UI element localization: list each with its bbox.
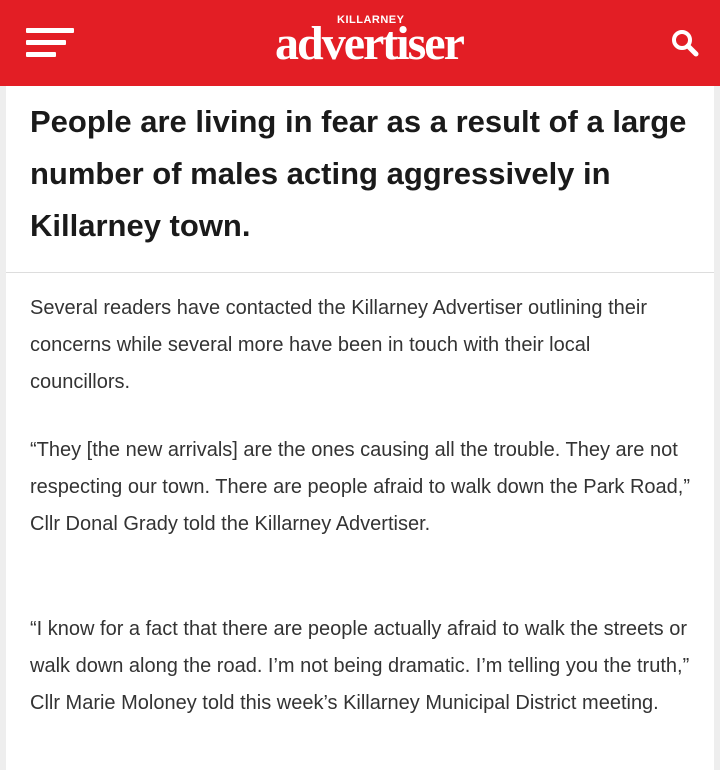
site-logo[interactable]: advertiser KILLARNEY bbox=[275, 14, 485, 74]
menu-line bbox=[26, 52, 56, 57]
hamburger-menu-icon[interactable] bbox=[26, 25, 74, 61]
logo-overline: KILLARNEY bbox=[337, 14, 405, 26]
menu-line bbox=[26, 40, 66, 45]
headline-divider bbox=[6, 272, 714, 273]
article-paragraph-3: “I know for a fact that there are people… bbox=[30, 618, 690, 714]
article-paragraph-2: “They [the new arrivals] are the ones ca… bbox=[30, 439, 690, 535]
article-paragraph-1: Several readers have contacted the Killa… bbox=[30, 297, 648, 393]
search-icon[interactable] bbox=[670, 28, 700, 58]
top-header-bar: advertiser KILLARNEY bbox=[0, 0, 720, 86]
article-headline: People are living in fear as a result of… bbox=[30, 104, 687, 243]
menu-line bbox=[26, 28, 74, 33]
